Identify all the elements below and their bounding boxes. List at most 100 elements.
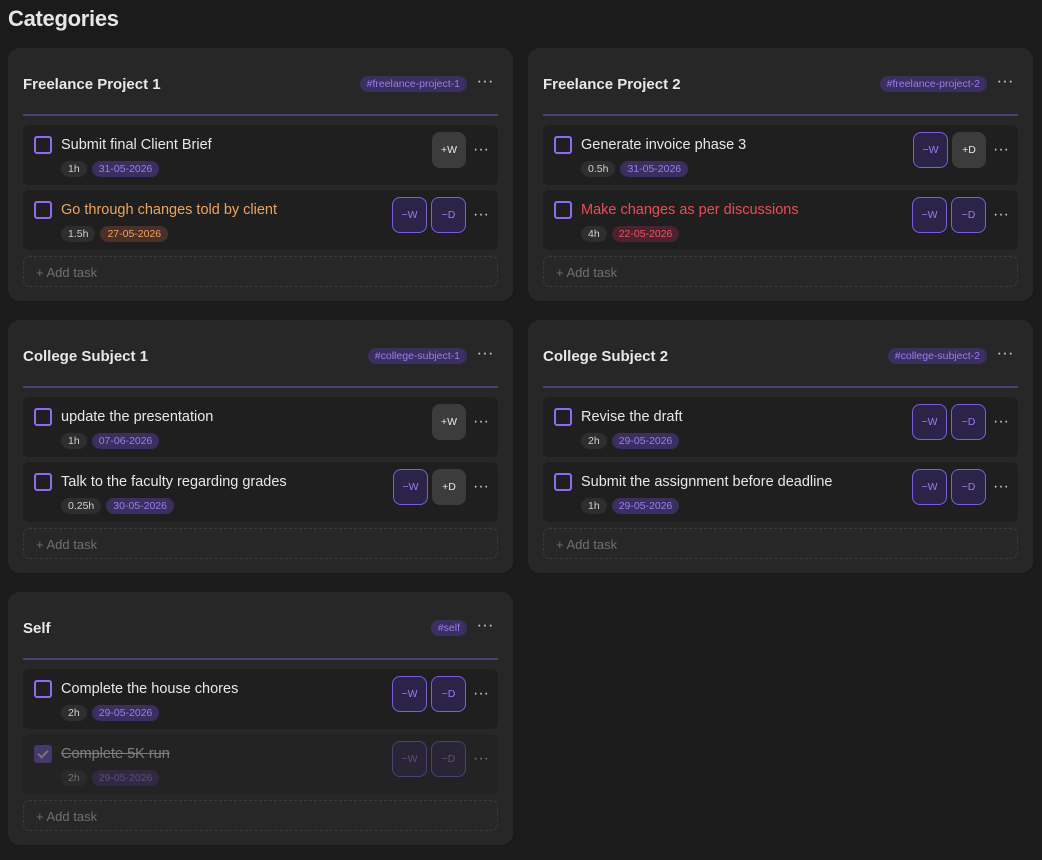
task-title[interactable]: Talk to the faculty regarding grades <box>61 474 287 490</box>
task-checkbox[interactable] <box>554 136 572 154</box>
card-header: Self #self ··· <box>23 592 498 660</box>
task-checkbox[interactable] <box>34 408 52 426</box>
task-title[interactable]: update the presentation <box>61 409 213 425</box>
more-options-icon[interactable]: ··· <box>474 616 496 638</box>
remove-day-button[interactable]: −D <box>431 676 466 712</box>
task-title[interactable]: Submit the assignment before deadline <box>581 474 833 490</box>
add-week-button[interactable]: +W <box>432 132 466 168</box>
category-tag[interactable]: #self <box>430 620 467 636</box>
remove-week-button[interactable]: −W <box>392 741 427 777</box>
more-options-icon[interactable]: ··· <box>994 344 1016 366</box>
add-task-button[interactable]: + Add task <box>543 528 1018 559</box>
remove-week-button[interactable]: −W <box>913 132 948 168</box>
task-actions: −W +D ··· <box>393 469 492 505</box>
task-item[interactable]: Make changes as per discussions 4h 22-05… <box>543 190 1018 250</box>
due-date-badge: 27-05-2026 <box>100 226 169 242</box>
task-more-icon[interactable]: ··· <box>470 686 492 702</box>
add-task-button[interactable]: + Add task <box>23 528 498 559</box>
task-title[interactable]: Complete 5K run <box>61 746 170 762</box>
task-more-icon[interactable]: ··· <box>470 142 492 158</box>
remove-week-button[interactable]: −W <box>912 197 947 233</box>
task-actions: −W −D ··· <box>392 197 492 233</box>
duration-badge: 1h <box>61 433 87 449</box>
category-tag[interactable]: #freelance-project-2 <box>879 76 987 92</box>
duration-badge: 2h <box>61 770 87 786</box>
task-more-icon[interactable]: ··· <box>990 142 1012 158</box>
task-meta: 2h 29-05-2026 <box>581 433 680 449</box>
due-date-badge: 29-05-2026 <box>611 433 680 449</box>
due-date-badge: 22-05-2026 <box>611 226 680 242</box>
add-task-button[interactable]: + Add task <box>23 256 498 287</box>
due-date-badge: 29-05-2026 <box>91 705 160 721</box>
task-meta: 2h 29-05-2026 <box>61 705 160 721</box>
add-task-button[interactable]: + Add task <box>543 256 1018 287</box>
task-item[interactable]: Submit the assignment before deadline 1h… <box>543 462 1018 522</box>
task-title[interactable]: Complete the house chores <box>61 681 238 697</box>
task-meta: 2h 29-05-2026 <box>61 770 160 786</box>
task-more-icon[interactable]: ··· <box>470 207 492 223</box>
task-item[interactable]: Go through changes told by client 1.5h 2… <box>23 190 498 250</box>
task-item[interactable]: Submit final Client Brief 1h 31-05-2026 … <box>23 125 498 185</box>
task-checkbox[interactable] <box>34 136 52 154</box>
category-tag[interactable]: #college-subject-1 <box>367 348 467 364</box>
more-options-icon[interactable]: ··· <box>994 72 1016 94</box>
task-checkbox[interactable] <box>554 408 572 426</box>
task-title[interactable]: Revise the draft <box>581 409 683 425</box>
category-tag[interactable]: #freelance-project-1 <box>359 76 467 92</box>
task-checkbox[interactable] <box>34 473 52 491</box>
category-tag[interactable]: #college-subject-2 <box>887 348 987 364</box>
due-date-badge: 31-05-2026 <box>91 161 160 177</box>
add-day-button[interactable]: +D <box>952 132 986 168</box>
task-more-icon[interactable]: ··· <box>990 414 1012 430</box>
add-task-button[interactable]: + Add task <box>23 800 498 831</box>
remove-day-button[interactable]: −D <box>951 197 986 233</box>
task-checkbox[interactable] <box>34 745 52 763</box>
remove-week-button[interactable]: −W <box>912 469 947 505</box>
add-week-button[interactable]: +W <box>432 404 466 440</box>
task-item[interactable]: Generate invoice phase 3 0.5h 31-05-2026… <box>543 125 1018 185</box>
task-item[interactable]: update the presentation 1h 07-06-2026 +W… <box>23 397 498 457</box>
task-more-icon[interactable]: ··· <box>990 479 1012 495</box>
task-meta: 4h 22-05-2026 <box>581 226 680 242</box>
task-checkbox[interactable] <box>34 201 52 219</box>
task-checkbox[interactable] <box>554 201 572 219</box>
remove-week-button[interactable]: −W <box>392 676 427 712</box>
task-checkbox[interactable] <box>554 473 572 491</box>
remove-day-button[interactable]: −D <box>431 741 466 777</box>
more-options-icon[interactable]: ··· <box>474 72 496 94</box>
task-item[interactable]: Revise the draft 2h 29-05-2026 −W −D ··· <box>543 397 1018 457</box>
duration-badge: 1.5h <box>61 226 96 242</box>
task-meta: 1h 07-06-2026 <box>61 433 160 449</box>
task-actions: −W −D ··· <box>912 469 1012 505</box>
remove-day-button[interactable]: −D <box>431 197 466 233</box>
task-item[interactable]: Complete the house chores 2h 29-05-2026 … <box>23 669 498 729</box>
remove-week-button[interactable]: −W <box>392 197 427 233</box>
task-title[interactable]: Submit final Client Brief <box>61 137 212 153</box>
task-title[interactable]: Go through changes told by client <box>61 202 277 218</box>
remove-week-button[interactable]: −W <box>393 469 428 505</box>
category-card-college-subject-1: College Subject 1 #college-subject-1 ···… <box>8 320 513 573</box>
task-more-icon[interactable]: ··· <box>470 414 492 430</box>
task-title[interactable]: Generate invoice phase 3 <box>581 137 746 153</box>
task-item[interactable]: Talk to the faculty regarding grades 0.2… <box>23 462 498 522</box>
task-actions: −W −D ··· <box>392 741 492 777</box>
task-actions: −W +D ··· <box>913 132 1012 168</box>
more-options-icon[interactable]: ··· <box>474 344 496 366</box>
task-more-icon[interactable]: ··· <box>990 207 1012 223</box>
category-title: Freelance Project 1 <box>23 75 161 93</box>
task-more-icon[interactable]: ··· <box>470 479 492 495</box>
remove-day-button[interactable]: −D <box>951 404 986 440</box>
due-date-badge: 29-05-2026 <box>91 770 160 786</box>
task-more-icon[interactable]: ··· <box>470 751 492 767</box>
add-day-button[interactable]: +D <box>432 469 466 505</box>
task-checkbox[interactable] <box>34 680 52 698</box>
task-meta: 0.5h 31-05-2026 <box>581 161 689 177</box>
task-title[interactable]: Make changes as per discussions <box>581 202 799 218</box>
task-actions: −W −D ··· <box>912 197 1012 233</box>
remove-week-button[interactable]: −W <box>912 404 947 440</box>
task-item[interactable]: Complete 5K run 2h 29-05-2026 −W −D ··· <box>23 734 498 794</box>
due-date-badge: 30-05-2026 <box>106 498 174 514</box>
remove-day-button[interactable]: −D <box>951 469 986 505</box>
card-header: Freelance Project 2 #freelance-project-2… <box>543 48 1018 116</box>
card-header: College Subject 1 #college-subject-1 ··· <box>23 320 498 388</box>
